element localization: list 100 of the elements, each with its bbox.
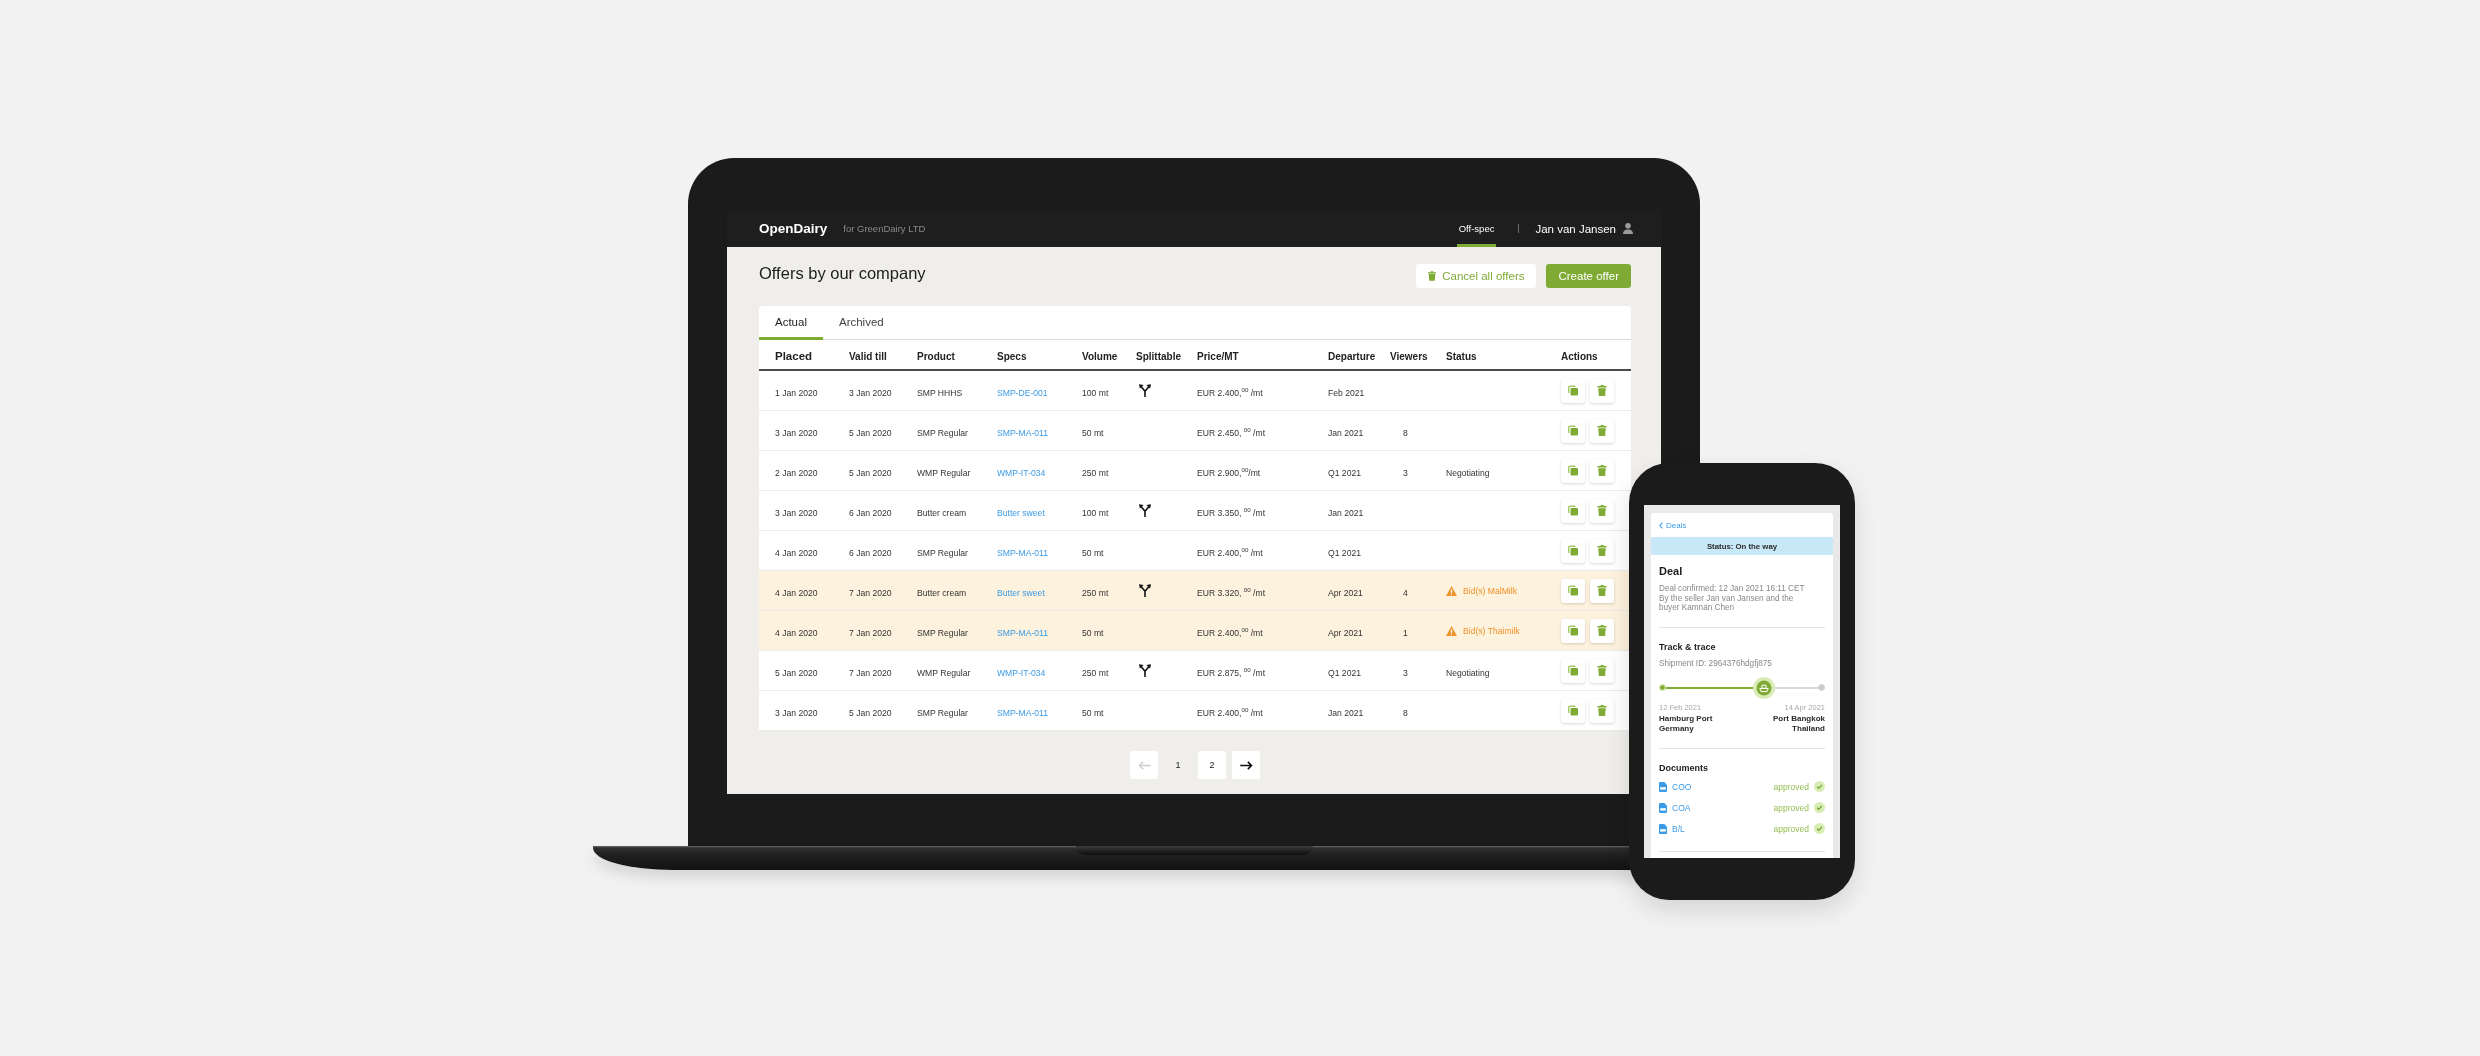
table-cell: 8 (1403, 427, 1408, 438)
port-name: Hamburg Port (1659, 713, 1713, 724)
copy-button[interactable] (1561, 538, 1585, 563)
delete-button[interactable] (1590, 538, 1614, 563)
table-cell: 250 mt (1082, 587, 1109, 598)
end-dot-icon (1818, 684, 1825, 691)
copy-button[interactable] (1561, 618, 1585, 643)
table-cell: 3 Jan 2020 (775, 707, 818, 718)
table-cell: 4 (1403, 587, 1408, 598)
table-cell: Q1 2021 (1328, 667, 1361, 678)
next-page-button[interactable] (1232, 751, 1260, 779)
column-header: Departure (1328, 350, 1376, 362)
price-cell: EUR 2.875, $^{00}$ /mt (1197, 667, 1266, 678)
specs-link[interactable]: WMP-IT-034 (997, 667, 1046, 678)
table-cell: 50 mt (1082, 427, 1104, 438)
document-icon (1659, 823, 1667, 834)
table-cell: Jan 2021 (1328, 507, 1364, 518)
table-cell: Q1 2021 (1328, 547, 1361, 558)
section-title: Track & trace (1659, 641, 1716, 652)
company-name: for GreenDairy LTD (843, 223, 926, 234)
table-cell: 7 Jan 2020 (849, 667, 892, 678)
user-menu-button[interactable]: Jan van Jansen (1535, 222, 1633, 235)
specs-link[interactable]: Butter sweet (997, 507, 1045, 518)
create-offer-button[interactable]: Create offer (1546, 264, 1631, 288)
page-button[interactable]: 1 (1164, 751, 1192, 779)
price-cell: EUR 3.320, $^{00}$ /mt (1197, 587, 1266, 598)
document-link[interactable]: B/L (1659, 823, 1685, 834)
table-cell: Butter cream (917, 587, 967, 598)
table-cell: WMP Regular (917, 467, 971, 478)
table-cell: 250 mt (1082, 467, 1109, 478)
country-name: Thailand (1792, 723, 1825, 734)
trash-icon (1597, 545, 1607, 556)
table-cell: 7 Jan 2020 (849, 587, 892, 598)
table-cell: 6 Jan 2020 (849, 507, 892, 518)
specs-link[interactable]: Butter sweet (997, 587, 1045, 598)
back-link[interactable]: Deals (1659, 520, 1687, 530)
status-text: Bid(s) Thaimilk (1463, 625, 1520, 636)
table-cell: 8 (1403, 707, 1408, 718)
delete-button[interactable] (1590, 618, 1614, 643)
copy-button[interactable] (1561, 458, 1585, 483)
copy-button[interactable] (1561, 498, 1585, 523)
price-cell: EUR 2.400,$^{00}$ /mt (1197, 707, 1263, 718)
specs-link[interactable]: SMP-DE-001 (997, 387, 1048, 398)
trash-icon (1597, 425, 1607, 436)
table-cell: 7 Jan 2020 (849, 627, 892, 638)
delete-button[interactable] (1590, 698, 1614, 723)
copy-icon (1568, 585, 1578, 596)
table-cell: 1 Jan 2020 (775, 387, 818, 398)
delete-button[interactable] (1590, 658, 1614, 683)
table-cell: SMP Regular (917, 427, 968, 438)
deal-title: Deal (1659, 564, 1683, 578)
status-text: Negotiating (1446, 467, 1490, 478)
table-cell: Jan 2021 (1328, 427, 1364, 438)
copy-button[interactable] (1561, 378, 1585, 403)
deal-confirmed-text: Deal confirmed: 12 Jan 2021 16:11 CET (1659, 584, 1805, 594)
table-cell: 100 mt (1082, 507, 1109, 518)
delete-button[interactable] (1590, 458, 1614, 483)
delete-button[interactable] (1590, 418, 1614, 443)
document-link[interactable]: COA (1659, 802, 1691, 813)
page-button[interactable]: 2 (1198, 751, 1226, 779)
shipment-id: Shipment ID: 2964376hdgfj875 (1659, 659, 1772, 669)
start-dot-icon (1659, 684, 1666, 691)
document-icon (1659, 781, 1667, 792)
chevron-left-icon (1659, 521, 1663, 529)
tab[interactable]: Actual (759, 306, 823, 340)
copy-button[interactable] (1561, 418, 1585, 443)
copy-button[interactable] (1561, 578, 1585, 603)
table-cell: 4 Jan 2020 (775, 547, 818, 558)
table-cell: 50 mt (1082, 627, 1104, 638)
copy-button[interactable] (1561, 698, 1585, 723)
price-cell: EUR 2.900,$^{00}$/mt (1197, 467, 1261, 478)
warning-icon (1446, 625, 1457, 636)
trash-icon (1597, 665, 1607, 676)
copy-button[interactable] (1561, 658, 1585, 683)
column-header: Placed (775, 349, 813, 362)
table-cell: SMP Regular (917, 707, 968, 718)
trash-icon (1597, 385, 1607, 396)
delete-button[interactable] (1590, 378, 1614, 403)
tab[interactable]: Archived (822, 306, 900, 340)
status-text: Negotiating (1446, 667, 1490, 678)
delete-button[interactable] (1590, 498, 1614, 523)
column-header: Actions (1561, 350, 1598, 362)
table-cell: 6 Jan 2020 (849, 547, 892, 558)
delete-button[interactable] (1590, 578, 1614, 603)
price-cell: EUR 2.400,$^{00}$ /mt (1197, 627, 1263, 638)
cancel-offers-button[interactable]: Cancel all offers (1416, 264, 1537, 288)
specs-link[interactable]: WMP-IT-034 (997, 467, 1046, 478)
table-cell: 250 mt (1082, 667, 1109, 678)
price-cell: EUR 2.450, $^{00}$ /mt (1197, 427, 1266, 438)
specs-link[interactable]: SMP-MA-011 (997, 427, 1048, 438)
specs-link[interactable]: SMP-MA-011 (997, 627, 1048, 638)
column-header: Viewers (1390, 350, 1428, 362)
table-cell: Apr 2021 (1328, 627, 1363, 638)
specs-link[interactable]: SMP-MA-011 (997, 547, 1048, 558)
column-header: Status (1446, 350, 1477, 362)
table-cell: SMP Regular (917, 627, 968, 638)
trash-icon (1597, 705, 1607, 716)
column-header: Specs (997, 350, 1027, 362)
specs-link[interactable]: SMP-MA-011 (997, 707, 1048, 718)
document-link[interactable]: COO (1659, 781, 1692, 792)
